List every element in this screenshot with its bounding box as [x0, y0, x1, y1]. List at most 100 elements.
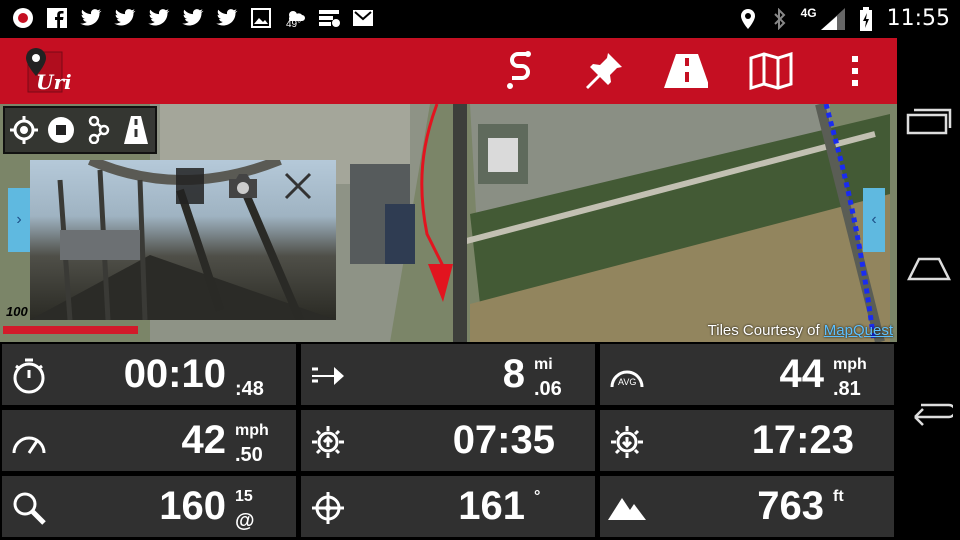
- overflow-menu-icon: [852, 56, 858, 86]
- pin-icon: [586, 53, 622, 89]
- altitude-tile[interactable]: 763 ft: [599, 475, 895, 538]
- timer-seconds: :48: [235, 378, 264, 400]
- distance-tile[interactable]: 8 mi .06: [300, 343, 596, 406]
- location-icon: [737, 8, 759, 30]
- sunset-tile[interactable]: 17:23: [599, 409, 895, 472]
- speed-unit: mph: [235, 422, 269, 439]
- map-button[interactable]: [749, 50, 793, 92]
- status-bar: 49° 4G 11:55: [0, 0, 960, 38]
- weather-icon: 49°: [284, 7, 306, 30]
- road-icon: [664, 54, 708, 88]
- right-panel-tab[interactable]: ‹: [863, 188, 885, 252]
- record-square-icon: [176, 168, 204, 204]
- sunrise-value: 07:35: [452, 418, 555, 462]
- mountain-icon: [608, 489, 646, 527]
- altitude-unit: ft: [833, 488, 844, 505]
- camera-icon: [229, 174, 257, 198]
- speed-percent: 100: [6, 304, 28, 319]
- sunrise-icon: [309, 423, 347, 461]
- svg-text:AVG: AVG: [618, 377, 636, 387]
- weather-temp: 49°: [286, 19, 302, 30]
- timer-value: 00:10: [123, 352, 226, 396]
- overflow-menu-button[interactable]: [833, 50, 877, 92]
- recent-apps-icon: [906, 108, 952, 135]
- twitter-icon: [80, 7, 102, 29]
- map-toolbar: [3, 106, 157, 154]
- stopwatch-icon: [10, 357, 48, 395]
- close-camera-button[interactable]: [280, 168, 316, 204]
- timer-tile[interactable]: 00:10 :48: [1, 343, 297, 406]
- avg-speed-unit: mph: [833, 356, 867, 373]
- back-icon: [914, 403, 953, 426]
- system-nav-bar: [897, 38, 960, 540]
- locate-button[interactable]: [9, 115, 39, 145]
- mapquest-link[interactable]: MapQuest: [824, 322, 893, 339]
- home-icon: [907, 257, 951, 281]
- camera-preview[interactable]: [30, 160, 336, 320]
- app-bar: Uri: [0, 38, 897, 104]
- snapshot-button[interactable]: [225, 168, 261, 204]
- crosshair-icon: [9, 116, 38, 144]
- credit-text: Tiles Courtesy of: [707, 322, 820, 339]
- sunrise-tile[interactable]: 07:35: [300, 409, 596, 472]
- share-icon: [88, 116, 109, 144]
- heading-value: 161: [458, 484, 525, 528]
- speed-value: 42: [181, 418, 227, 462]
- record-icon: [12, 7, 34, 29]
- heading-tile[interactable]: 161 °: [300, 475, 596, 538]
- route-icon: [507, 51, 531, 89]
- recent-apps-button[interactable]: [905, 98, 953, 146]
- map-view[interactable]: › ‹ 100 Tiles Courtesy of MapQuest: [0, 104, 897, 342]
- recording-progress-bar: [3, 326, 138, 334]
- twitter-icon: [114, 7, 136, 29]
- app-logo[interactable]: Uri: [22, 46, 72, 96]
- search-tile[interactable]: 160 15 @: [1, 475, 297, 538]
- bluetooth-icon: [769, 7, 791, 30]
- image-icon: [250, 7, 272, 29]
- back-button[interactable]: [905, 390, 953, 438]
- left-panel-tab[interactable]: ›: [8, 188, 30, 252]
- road-toolbar-button[interactable]: [121, 115, 151, 145]
- distance-unit: mi: [534, 356, 553, 373]
- altitude-value: 763: [757, 484, 824, 528]
- speed-decimal: .50: [235, 444, 263, 466]
- avg-speed-decimal: .81: [833, 378, 861, 400]
- pin-button[interactable]: [582, 50, 626, 92]
- twitter-icon: [216, 7, 238, 29]
- facebook-icon: [46, 7, 68, 29]
- road-button[interactable]: [664, 50, 708, 92]
- search-icon: [10, 489, 48, 527]
- notification-icons: 49°: [12, 7, 374, 30]
- search-superscript: 15: [235, 488, 253, 505]
- system-icons: 4G 11:55: [737, 6, 950, 31]
- stop-icon: [48, 117, 75, 143]
- stats-grid: 00:10 :48 8 mi .06 AVG 44 mph .81 42 mph…: [0, 342, 897, 540]
- road-icon: [124, 116, 149, 144]
- signal-icon: 4G: [800, 5, 845, 30]
- record-button[interactable]: [172, 168, 208, 204]
- sunset-icon: [608, 423, 646, 461]
- logo-text: Uri: [36, 70, 72, 94]
- search-subscript: @: [235, 510, 255, 532]
- gmail-icon: [352, 7, 374, 29]
- map-credit: Tiles Courtesy of MapQuest: [708, 322, 893, 339]
- share-button[interactable]: [84, 115, 114, 145]
- network-type: 4G: [800, 5, 817, 20]
- chevron-left-icon: ‹: [871, 211, 877, 228]
- home-button[interactable]: [905, 244, 953, 292]
- stop-button[interactable]: [46, 115, 76, 145]
- avg-speed-value: 44: [779, 352, 825, 396]
- route-button[interactable]: [497, 50, 541, 92]
- status-clock: 11:55: [886, 6, 950, 31]
- compass-icon: [309, 489, 347, 527]
- twitter-icon: [148, 7, 170, 29]
- avg-speed-tile[interactable]: AVG 44 mph .81: [599, 343, 895, 406]
- map-icon: [749, 52, 793, 90]
- download-icon: [318, 7, 340, 29]
- speedometer-icon: [10, 423, 48, 461]
- distance-decimal: .06: [534, 378, 562, 400]
- close-icon: [284, 172, 312, 200]
- search-value: 160: [159, 484, 226, 528]
- speed-tile[interactable]: 42 mph .50: [1, 409, 297, 472]
- avg-gauge-icon: AVG: [608, 357, 646, 395]
